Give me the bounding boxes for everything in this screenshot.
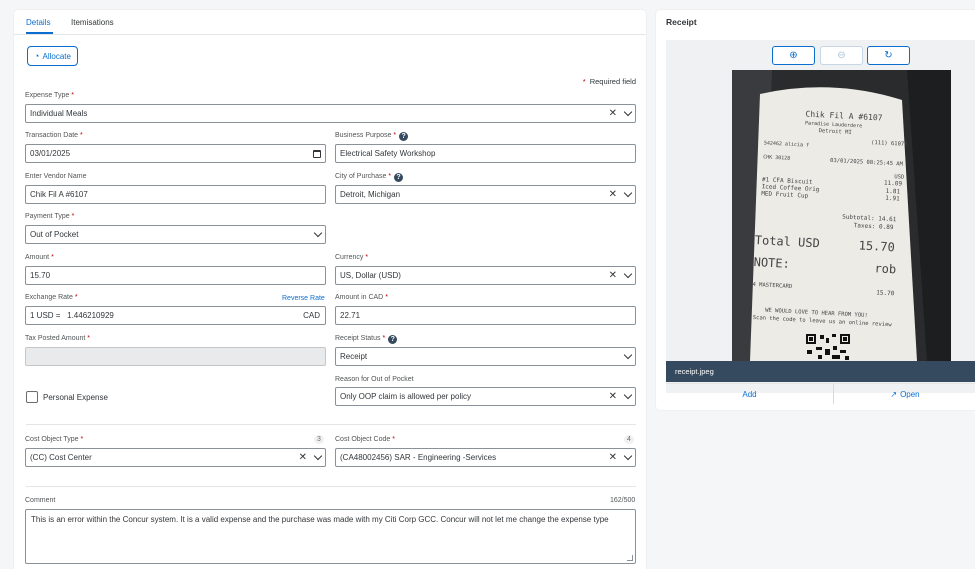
- chevron-down-icon[interactable]: [623, 269, 633, 279]
- personal-expense-checkbox[interactable]: [26, 391, 38, 403]
- section-divider: [26, 486, 636, 487]
- amount-in-cad-input[interactable]: 22.71: [335, 306, 636, 325]
- expense-details-panel: Details Itemisations ◔ Allocate * Require…: [14, 10, 646, 569]
- receipt-filename-bar: receipt.jpeg: [666, 361, 975, 382]
- svg-text:15.70: 15.70: [876, 289, 895, 297]
- transaction-date-label: Transaction Date *: [25, 132, 83, 139]
- reason-oop-select[interactable]: Only OOP claim is allowed per policy ✕: [335, 387, 636, 406]
- tab-itemisations[interactable]: Itemisations: [71, 18, 114, 27]
- chevron-down-icon[interactable]: [313, 451, 323, 461]
- allocate-icon: ◔: [34, 51, 40, 61]
- reverse-rate-link[interactable]: Reverse Rate: [282, 295, 325, 302]
- receipt-status-select[interactable]: Receipt: [335, 347, 636, 366]
- svg-text:1.91: 1.91: [885, 195, 900, 203]
- zoom-out-button[interactable]: ⊖: [820, 46, 863, 65]
- clear-icon[interactable]: ✕: [609, 391, 617, 402]
- allocate-button[interactable]: ◔ Allocate: [27, 46, 78, 66]
- section-divider: [26, 424, 636, 425]
- exchange-rate-label: Exchange Rate *: [25, 294, 78, 301]
- exchange-rate-input[interactable]: 1 USD = 1.446210929 CAD: [25, 306, 326, 325]
- receipt-status-label: Receipt Status *?: [335, 335, 398, 344]
- comment-label: Comment: [25, 497, 56, 504]
- svg-text:11.09: 11.09: [884, 180, 903, 188]
- chevron-down-icon[interactable]: [623, 107, 633, 117]
- receipt-viewer: ⊕ ⊖ ↻ Chik Fil A #6107 Paradise Lauderde…: [666, 40, 975, 393]
- tax-posted-amount-input: [25, 347, 326, 366]
- comment-textarea[interactable]: This is an error within the Concur syste…: [25, 509, 636, 564]
- svg-text:rob: rob: [874, 261, 896, 276]
- reason-oop-label: Reason for Out of Pocket: [335, 376, 414, 383]
- business-purpose-input[interactable]: Electrical Safety Workshop: [335, 144, 636, 163]
- amount-input[interactable]: 15.70: [25, 266, 326, 285]
- help-icon[interactable]: ?: [388, 335, 398, 344]
- vendor-name-input[interactable]: Chik Fil A #6107: [25, 185, 326, 204]
- receipt-image: Chik Fil A #6107 Paradise Lauderdere Det…: [732, 70, 951, 361]
- resize-handle[interactable]: [627, 555, 633, 561]
- amount-label: Amount *: [25, 254, 54, 261]
- active-tab-indicator: [26, 32, 53, 34]
- vendor-name-label: Enter Vendor Name: [25, 173, 87, 180]
- receipt-filename: receipt.jpeg: [675, 367, 714, 376]
- cost-object-code-count: 4: [624, 435, 634, 444]
- cost-object-type-select[interactable]: (CC) Cost Center ✕: [25, 448, 326, 467]
- help-icon[interactable]: ?: [399, 132, 409, 141]
- receipt-actions: Add ↗ Open: [666, 383, 975, 404]
- payment-type-label: Payment Type *: [25, 213, 75, 220]
- help-icon[interactable]: ?: [394, 173, 404, 182]
- required-field-note: * Required field: [582, 77, 636, 86]
- receipt-panel-title: Receipt: [666, 17, 697, 27]
- tab-details[interactable]: Details: [26, 18, 50, 27]
- clear-icon[interactable]: ✕: [609, 189, 617, 200]
- currency-label: Currency *: [335, 254, 369, 261]
- cost-object-code-select[interactable]: (CA48002456) SAR - Engineering -Services…: [335, 448, 636, 467]
- zoom-in-button[interactable]: ⊕: [772, 46, 815, 65]
- chevron-down-icon[interactable]: [623, 390, 633, 400]
- expense-type-select[interactable]: Individual Meals ✕: [25, 104, 636, 123]
- clear-icon[interactable]: ✕: [609, 108, 617, 119]
- cost-object-type-count: 3: [314, 435, 324, 444]
- chevron-down-icon[interactable]: [313, 228, 323, 238]
- calendar-icon[interactable]: [313, 149, 321, 158]
- rotate-icon: ↻: [884, 50, 893, 61]
- chevron-down-icon[interactable]: [623, 451, 633, 461]
- business-purpose-label: Business Purpose *?: [335, 132, 409, 141]
- cost-object-type-label: Cost Object Type *: [25, 436, 84, 443]
- chevron-down-icon[interactable]: [623, 188, 633, 198]
- city-of-purchase-label: City of Purchase *?: [335, 173, 404, 182]
- personal-expense-label: Personal Expense: [43, 393, 108, 402]
- add-receipt-button[interactable]: Add: [666, 384, 833, 404]
- clear-icon[interactable]: ✕: [299, 452, 307, 463]
- clear-icon[interactable]: ✕: [609, 452, 617, 463]
- allocate-label: Allocate: [42, 51, 71, 61]
- zoom-in-icon: ⊕: [789, 50, 798, 61]
- comment-char-counter: 162/500: [610, 497, 636, 504]
- zoom-out-icon: ⊖: [837, 50, 846, 61]
- currency-select[interactable]: US, Dollar (USD) ✕: [335, 266, 636, 285]
- tab-bar: Details Itemisations: [14, 10, 646, 35]
- rotate-button[interactable]: ↻: [867, 46, 910, 65]
- payment-type-select[interactable]: Out of Pocket: [25, 225, 326, 244]
- svg-text:15.70: 15.70: [858, 238, 895, 254]
- clear-icon[interactable]: ✕: [609, 270, 617, 281]
- cost-object-code-label: Cost Object Code *: [335, 436, 395, 443]
- city-of-purchase-select[interactable]: Detroit, Michigan ✕: [335, 185, 636, 204]
- tax-posted-amount-label: Tax Posted Amount *: [25, 335, 91, 342]
- chevron-down-icon[interactable]: [623, 350, 633, 360]
- external-link-icon: ↗: [890, 389, 898, 399]
- amount-in-cad-label: Amount in CAD *: [335, 294, 388, 301]
- transaction-date-input[interactable]: 03/01/2025: [25, 144, 326, 163]
- open-receipt-button[interactable]: ↗ Open: [834, 384, 975, 404]
- svg-text:NOTE:: NOTE:: [753, 255, 790, 271]
- expense-type-label: Expense Type *: [25, 92, 74, 99]
- exchange-rate-unit: CAD: [303, 311, 320, 320]
- receipt-panel: Receipt ⊕ ⊖ ↻ Chik Fil A #6107 Paradise …: [656, 10, 975, 410]
